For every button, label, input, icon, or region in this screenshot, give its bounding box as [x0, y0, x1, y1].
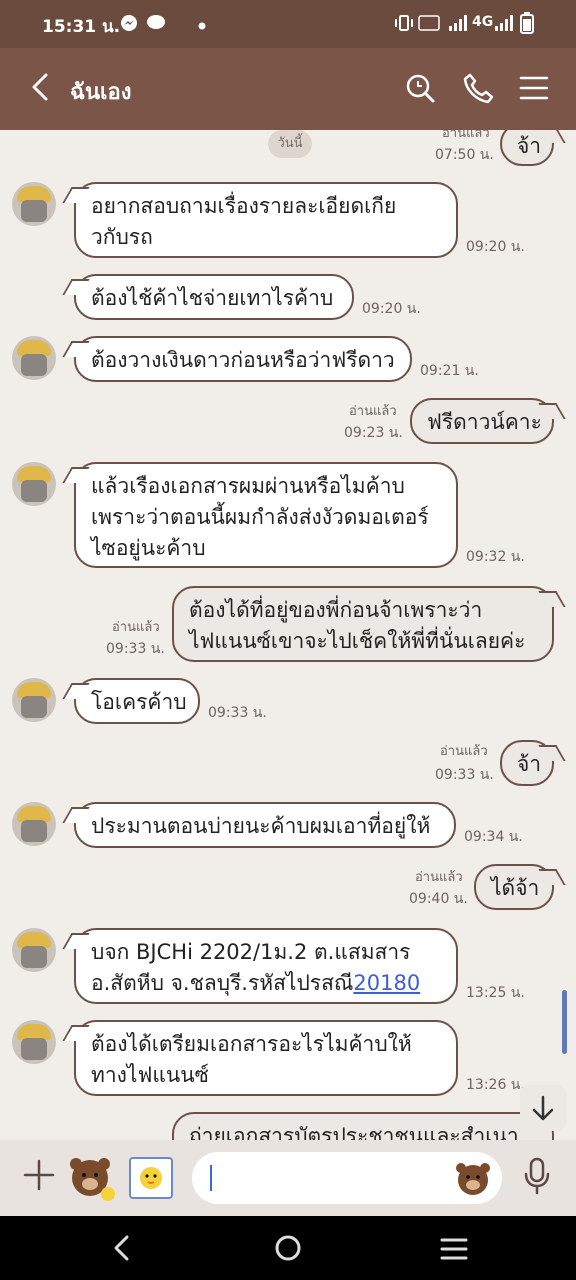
message-bubble-incoming[interactable]: โอเครค้าบ	[74, 678, 200, 724]
message-time: 09:20 น.	[466, 239, 525, 255]
message-time: 13:25 น.	[466, 985, 525, 1001]
search-icon[interactable]	[404, 72, 436, 104]
vibrate-icon	[394, 14, 414, 36]
read-receipt: อ่านแล้ว	[349, 404, 397, 419]
day-divider: วันนี้	[268, 130, 312, 158]
postal-code-link[interactable]: 20180	[353, 971, 420, 995]
message-time: 09:33 น.	[435, 767, 494, 783]
message-bubble-outgoing[interactable]: ต้องได้ที่อยู่ของพี่ก่อนจ้าเพราะว่า ไฟแน…	[172, 586, 554, 662]
notification-dot-icon	[198, 18, 206, 34]
messenger-icon	[120, 14, 138, 36]
avatar[interactable]	[12, 462, 56, 506]
plus-icon[interactable]	[22, 1158, 56, 1192]
message-time: 09:21 น.	[420, 363, 479, 379]
read-receipt: อ่านแล้ว	[112, 620, 160, 635]
message-bubble-outgoing[interactable]: ฟรีดาวน์คาะ	[410, 398, 554, 444]
avatar[interactable]	[12, 336, 56, 380]
message-bubble-incoming[interactable]: ประมานตอนบ่ายนะค้าบผมเอาที่อยู่ให้	[74, 802, 456, 848]
nav-recents-icon[interactable]	[440, 1236, 468, 1266]
arrow-down-icon[interactable]	[520, 1085, 566, 1131]
message-time: 09:23 น.	[344, 425, 403, 441]
status-time: 15:31 น.	[42, 17, 121, 37]
message-time: 09:40 น.	[409, 891, 468, 907]
avatar[interactable]	[12, 802, 56, 846]
network-type: 4G	[472, 14, 494, 30]
message-time: 09:33 น.	[208, 705, 267, 721]
sticker-icon[interactable]	[66, 1152, 118, 1208]
avatar[interactable]	[12, 182, 56, 226]
message-bubble-incoming[interactable]: ต้องได้เตรียมเอกสารอะไรไมค้าบให้ ทางไฟแน…	[74, 1020, 458, 1096]
message-bubble-incoming[interactable]: แล้วเรืองเอกสารผมผ่านหรือไมค้าบ เพราะว่า…	[74, 462, 458, 568]
message-bubble-incoming[interactable]: บจก BJCHi 2202/1ม.2 ต.แสมสาร อ.สัตหีบ จ.…	[74, 928, 458, 1004]
message-time: 13:26 น.	[466, 1077, 525, 1093]
message-bubble-incoming[interactable]: ต้องวางเงินดาวก่อนหรือว่าฟรีดาว	[74, 336, 412, 382]
message-time: 09:32 น.	[466, 549, 525, 565]
scrollbar-thumb[interactable]	[562, 990, 567, 1054]
phone-icon[interactable]	[462, 72, 494, 104]
hamburger-menu-icon[interactable]	[518, 72, 550, 104]
line-app-icon	[146, 14, 166, 36]
read-receipt: อ่านแล้ว	[415, 870, 463, 885]
microphone-icon[interactable]	[522, 1156, 552, 1200]
message-input[interactable]	[192, 1152, 502, 1204]
message-bubble-outgoing[interactable]: จ้า	[500, 130, 554, 166]
nav-home-icon[interactable]	[274, 1234, 302, 1266]
avatar[interactable]	[12, 1020, 56, 1064]
nav-back-icon[interactable]	[110, 1234, 134, 1266]
message-time: 09:20 น.	[362, 301, 421, 317]
message-bubble-incoming[interactable]: อยากสอบถามเรื่องรายละเอียดเกีย วกับรถ	[74, 182, 458, 258]
chat-title: ฉันเอง	[70, 80, 132, 105]
text-caret	[210, 1165, 212, 1191]
message-bubble-outgoing[interactable]: จ้า	[500, 740, 554, 786]
avatar[interactable]	[12, 678, 56, 722]
read-receipt: อ่านแล้ว	[442, 130, 490, 141]
message-bubble-outgoing[interactable]: ได้จ้า	[474, 864, 554, 910]
emoji-icon[interactable]	[454, 1159, 492, 1201]
status-bar: 15:31 น. 4G	[0, 0, 576, 48]
message-time: 07:50 น.	[435, 147, 494, 163]
chat-messages[interactable]: วันนี้ อ่านแล้ว 07:50 น. จ้า อยากสอบถามเ…	[0, 130, 576, 1140]
message-bubble-outgoing[interactable]: ถ่ายเอกสารบัตรประชาชนและสำเนา	[172, 1112, 554, 1140]
signal-icon	[448, 14, 468, 36]
signal-icon	[494, 14, 514, 36]
read-receipt: อ่านแล้ว	[440, 744, 488, 759]
volte-icon	[418, 14, 440, 36]
message-time: 09:33 น.	[106, 641, 165, 657]
message-bubble-incoming[interactable]: ต้องไช้ค้าไชจ่ายเทาไรค้าบ	[74, 274, 354, 320]
system-navigation-bar	[0, 1216, 576, 1280]
photo-icon[interactable]	[128, 1156, 174, 1204]
avatar[interactable]	[12, 928, 56, 972]
message-time: 09:34 น.	[464, 829, 523, 845]
chat-header: ฉันเอง	[0, 48, 576, 130]
battery-icon	[520, 12, 534, 38]
message-input-bar	[0, 1140, 576, 1216]
chevron-left-icon[interactable]	[28, 72, 54, 102]
